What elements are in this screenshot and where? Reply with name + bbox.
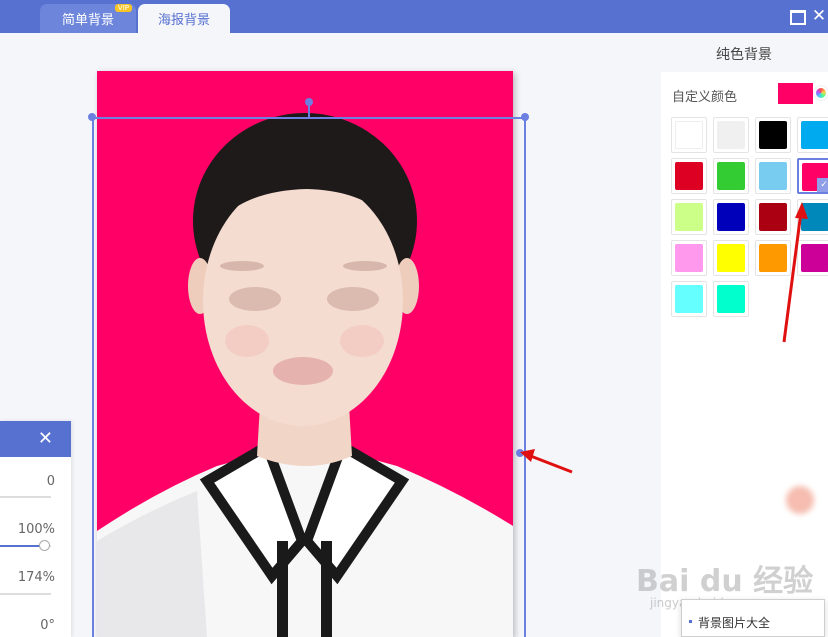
arrow-head-icon <box>795 202 808 219</box>
background-library-button[interactable]: 背景图片大全 <box>681 599 825 637</box>
watermark: Bai du 经验 <box>636 564 814 599</box>
bullet-icon <box>689 620 692 623</box>
arrow-head-icon <box>520 449 535 462</box>
background-library-label: 背景图片大全 <box>698 616 771 630</box>
annotation-arrows <box>520 202 808 474</box>
arrow-line <box>527 453 573 474</box>
arrow-line <box>782 211 803 343</box>
